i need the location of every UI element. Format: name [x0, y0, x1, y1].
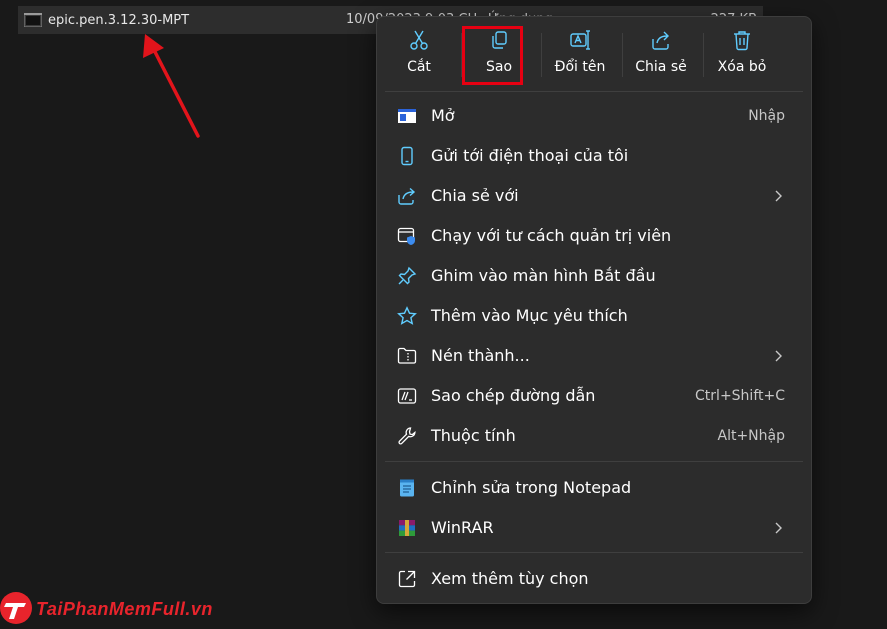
menu-item-shortcut: Ctrl+Shift+C [695, 388, 785, 404]
menu-item-send-to-phone[interactable]: Gửi tới điện thoại của tôi [383, 137, 805, 175]
menu-item-label: Sao chép đường dẫn [431, 386, 596, 405]
menu-item-label: Thuộc tính [431, 426, 516, 445]
menu-item-compress-to[interactable]: Nén thành... [383, 337, 805, 375]
cut-label: Cắt [407, 59, 431, 75]
wrench-icon [398, 427, 416, 445]
more-options-icon [398, 570, 416, 588]
annotation-arrow [143, 34, 200, 138]
menu-item-label: Nén thành... [431, 346, 530, 365]
share-icon [652, 31, 669, 50]
menu-item-label: Chỉnh sửa trong Notepad [431, 478, 632, 497]
delete-label: Xóa bỏ [717, 59, 767, 75]
menu-item-label: Chia sẻ với [431, 186, 519, 205]
share-label: Chia sẻ [635, 59, 687, 75]
delete-button[interactable]: Xóa bỏ [705, 29, 779, 85]
open-app-icon [398, 109, 416, 123]
cut-button[interactable]: Cắt [382, 29, 456, 85]
menu-item-label: Thêm vào Mục yêu thích [431, 306, 628, 325]
notepad-icon [400, 479, 414, 497]
exe-file-icon [24, 13, 42, 27]
trash-icon [734, 31, 750, 51]
menu-item-run-as-admin[interactable]: Chạy với tư cách quản trị viên [383, 217, 805, 255]
winrar-icon [399, 520, 415, 536]
context-menu: Cắt Sao Đổi tên Chia sẻ Xóa bỏ Mở Nhập G… [376, 16, 812, 604]
star-icon [397, 306, 417, 325]
menu-item-open[interactable]: Mở Nhập [383, 97, 805, 135]
share-button[interactable]: Chia sẻ [624, 29, 698, 85]
menu-item-shortcut: Nhập [748, 108, 785, 124]
menu-item-copy-as-path[interactable]: Sao chép đường dẫn Ctrl+Shift+C [383, 377, 805, 415]
menu-item-shortcut: Alt+Nhập [717, 428, 786, 444]
menu-item-label: Gửi tới điện thoại của tôi [431, 146, 629, 165]
chevron-right-icon [775, 190, 782, 202]
menu-item-label: Chạy với tư cách quản trị viên [431, 226, 672, 245]
menu-item-label: Ghim vào màn hình Bắt đầu [431, 266, 656, 285]
rename-button[interactable]: Đổi tên [543, 29, 617, 85]
zip-folder-icon [397, 347, 417, 364]
scissors-icon [410, 30, 428, 50]
pin-icon [398, 266, 417, 285]
menu-item-label: Mở [431, 106, 455, 125]
menu-item-add-to-favorites[interactable]: Thêm vào Mục yêu thích [383, 297, 805, 335]
chevron-right-icon [775, 350, 782, 362]
file-name: epic.pen.3.12.30-MPT [48, 12, 190, 28]
copy-highlight-box [462, 26, 523, 85]
copy-path-icon [397, 388, 417, 404]
menu-item-edit-in-notepad[interactable]: Chỉnh sửa trong Notepad [383, 469, 805, 507]
watermark-text: TaiPhanMemFull.vn [36, 599, 213, 619]
watermark: TaiPhanMemFull.vn [0, 588, 290, 628]
quick-action-bar: Cắt Sao Đổi tên Chia sẻ Xóa bỏ [377, 17, 811, 91]
menu-item-pin-to-start[interactable]: Ghim vào màn hình Bắt đầu [383, 257, 805, 295]
rename-icon [570, 30, 590, 50]
menu-item-share-with[interactable]: Chia sẻ với [383, 177, 805, 215]
menu-item-winrar[interactable]: WinRAR [383, 509, 805, 547]
menu-item-show-more-options[interactable]: Xem thêm tùy chọn [383, 560, 805, 598]
menu-item-properties[interactable]: Thuộc tính Alt+Nhập [383, 417, 805, 455]
rename-label: Đổi tên [554, 59, 606, 75]
menu-item-label: Xem thêm tùy chọn [431, 569, 589, 588]
shield-admin-icon [397, 227, 415, 245]
phone-icon [401, 146, 413, 166]
chevron-right-icon [775, 522, 782, 534]
share-with-icon [398, 187, 416, 205]
watermark-logo-icon [0, 592, 32, 624]
menu-item-label: WinRAR [431, 518, 494, 537]
